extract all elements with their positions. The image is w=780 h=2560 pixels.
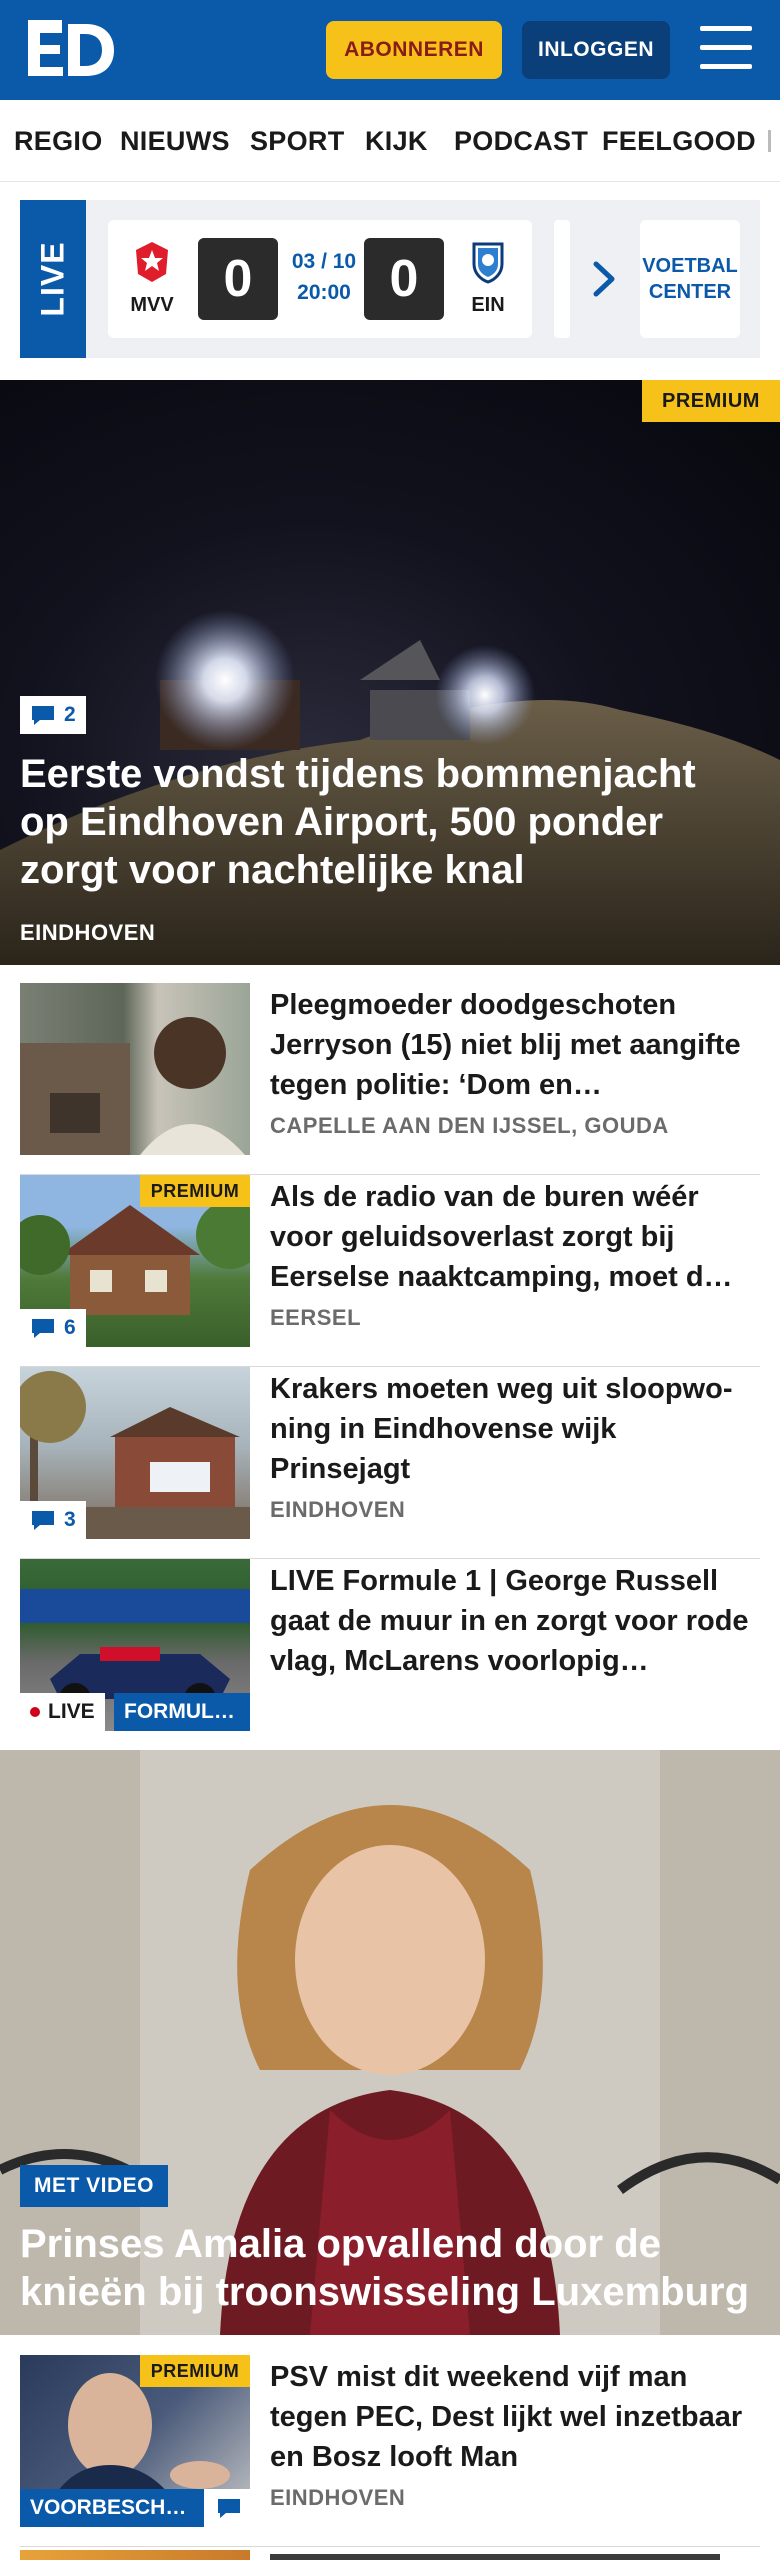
nav-item-regio[interactable]: REGIO (14, 126, 103, 157)
match-time: 20:00 (297, 281, 351, 304)
nav-item-podcast[interactable]: PODCAST (454, 126, 588, 157)
nav-item-kijk[interactable]: KIJK (365, 126, 428, 157)
comment-icon (32, 1319, 54, 1338)
article-title[interactable]: LIVE Formule 1 | George Russell gaat de … (270, 1561, 760, 1681)
nav-item-sport[interactable]: SPORT (250, 126, 345, 157)
live-badge: LIVE (20, 1693, 105, 1731)
home-team-name: MVV (130, 294, 174, 316)
thumb-illustration (20, 1017, 245, 1155)
next-match-card-edge[interactable] (554, 220, 570, 338)
article-location: EERSEL (270, 1305, 362, 1330)
live-label: LIVE (48, 1700, 95, 1723)
hero-title[interactable]: Prinses Amalia opvallend door de knieën … (20, 2220, 760, 2316)
comment-count-badge[interactable]: 6 (20, 1309, 86, 1347)
hamburger-icon[interactable] (700, 24, 752, 72)
list-item[interactable]: Pleegmoeder doodgeschoten Jerryson (15) … (20, 983, 760, 1175)
category-tag[interactable]: VOORBESCH… (20, 2489, 204, 2527)
premium-badge: PREMIUM (140, 2355, 250, 2387)
top-bar: ED ABONNEREN INLOGGEN (0, 0, 780, 100)
nav-item-nieuws[interactable]: NIEUWS (120, 126, 230, 157)
article-thumbnail (20, 983, 250, 1155)
ed-logo[interactable]: ED (28, 20, 116, 80)
nav-item-feelgood[interactable]: FEELGOOD (602, 126, 756, 157)
hero-article[interactable]: PREMIUM 2 Eerste vondst tijdens bommenja… (0, 380, 780, 965)
match-card[interactable]: MVV 0 03 / 10 20:00 0 EIN (108, 220, 532, 338)
list-item[interactable]: PREMIUM 6 Als de radio van de buren wéér… (20, 1175, 760, 1367)
mvv-team-logo (136, 242, 168, 282)
video-badge: MET VIDEO (20, 2165, 169, 2207)
hero-title[interactable]: Eerste vondst tijdens bommenjacht op Ein… (20, 750, 740, 894)
live-tab[interactable]: LIVE (20, 200, 86, 358)
comment-count-badge[interactable]: 2 (20, 696, 86, 734)
section-nav: REGIO NIEUWS SPORT KIJK PODCAST FEELGOOD (0, 100, 780, 182)
article-title[interactable]: PSV mist dit weekend vijf man tegen PEC,… (270, 2357, 760, 2477)
home-score: 0 (198, 238, 278, 320)
chevron-right-icon[interactable] (590, 258, 620, 300)
article-location: EINDHOVEN (270, 1497, 406, 1522)
hero-location: EINDHOVEN (20, 920, 156, 945)
list-item[interactable]: PREMIUM VOORBESCH… PSV mist dit weekend … (20, 2355, 760, 2547)
comment-icon (32, 1511, 54, 1530)
comment-icon (32, 706, 54, 725)
premium-badge: PREMIUM (642, 380, 780, 422)
psv-team-logo (472, 242, 504, 284)
away-team-name: EIN (471, 294, 505, 316)
article-location: CAPELLE AAN DEN IJSSEL, GOUDA (270, 1113, 669, 1138)
comment-count-badge[interactable]: 3 (20, 1501, 86, 1539)
video-hero-article[interactable]: MET VIDEO Prinses Amalia opvallend door … (0, 1750, 780, 2335)
article-location: EINDHOVEN (270, 2485, 406, 2510)
nav-overflow-hint (768, 130, 771, 152)
match-date: 03 / 10 (291, 250, 357, 273)
voetbal-center-button[interactable]: VOETBAL CENTER (640, 220, 740, 338)
comment-count-badge[interactable] (204, 2489, 254, 2527)
category-tag[interactable]: FORMUL… (114, 1693, 250, 1731)
comment-icon (218, 2499, 240, 2518)
next-article-title-peek (270, 2548, 720, 2560)
login-button[interactable]: INLOGGEN (522, 21, 670, 79)
article-title[interactable]: Pleegmoeder doodgeschoten Jerryson (15) … (270, 985, 760, 1105)
live-dot-icon (30, 1707, 40, 1717)
comment-count: 2 (64, 703, 76, 726)
live-scores-widget: LIVE MVV 0 03 / 10 20:00 0 EIN VOETBAL C… (20, 200, 760, 358)
list-item[interactable]: LIVE FORMUL… LIVE Formule 1 | George Rus… (20, 1559, 760, 1751)
article-title[interactable]: Als de radio van de buren wéér voor gelu… (270, 1177, 760, 1297)
comment-count: 3 (64, 1508, 76, 1531)
article-title[interactable]: Krakers moeten weg uit sloopwo­ning in E… (270, 1369, 760, 1489)
next-article-thumbnail-peek (20, 2550, 250, 2560)
comment-count: 6 (64, 1316, 76, 1339)
premium-badge: PREMIUM (140, 1175, 250, 1207)
away-score: 0 (364, 238, 444, 320)
match-datetime: 03 / 10 20:00 (284, 246, 364, 308)
subscribe-button[interactable]: ABONNEREN (326, 21, 502, 79)
list-item[interactable]: 3 Krakers moeten weg uit sloopwo­ning in… (20, 1367, 760, 1559)
